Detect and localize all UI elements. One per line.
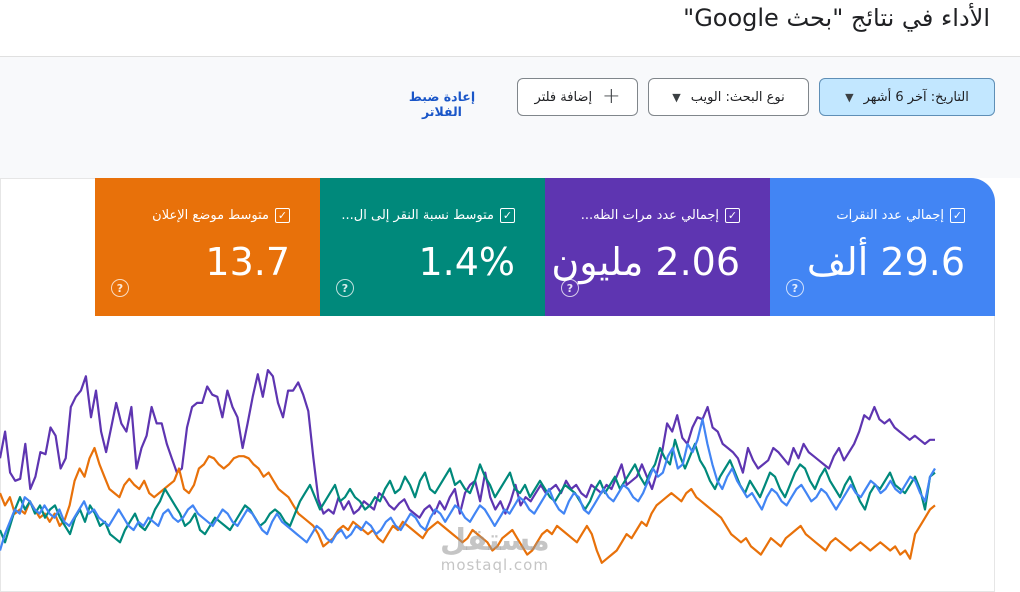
help-icon[interactable]: ? — [336, 279, 354, 297]
caret-down-icon: ▼ — [845, 90, 854, 104]
metric-label: إجمالي عدد مرات الظه... — [580, 208, 719, 223]
metric-label: متوسط نسبة النقر إلى ال... — [341, 208, 494, 223]
plus-icon: + — [602, 84, 621, 109]
caret-down-icon: ▼ — [672, 90, 681, 104]
checkbox-checked-icon[interactable]: ✓ — [725, 208, 740, 223]
watermark-arabic: مستقل — [440, 523, 550, 558]
help-icon[interactable]: ? — [111, 279, 129, 297]
metric-value: 29.6 ألف — [806, 240, 965, 284]
metric-label: متوسط موضع الإعلان — [152, 208, 269, 223]
checkbox-checked-icon[interactable]: ✓ — [500, 208, 515, 223]
metric-label: إجمالي عدد النقرات — [836, 208, 944, 223]
watermark-latin: mostaql.com — [440, 556, 549, 574]
reset-filters-link[interactable]: إعادة ضبط الفلاتر — [388, 89, 496, 119]
metric-value: 1.4% — [418, 240, 515, 284]
watermark-logo: مستقل mostaql.com — [440, 523, 550, 574]
help-icon[interactable]: ? — [561, 279, 579, 297]
add-filter-label: إضافة فلتر — [534, 89, 593, 105]
metric-card-position[interactable]: ✓ متوسط موضع الإعلان 13.7 ? — [95, 178, 320, 316]
checkbox-checked-icon[interactable]: ✓ — [275, 208, 290, 223]
metric-card-impressions[interactable]: ✓ إجمالي عدد مرات الظه... 2.06 مليون ? — [545, 178, 770, 316]
metric-card-clicks[interactable]: ✓ إجمالي عدد النقرات 29.6 ألف ? — [770, 178, 995, 316]
add-filter-button[interactable]: + إضافة فلتر — [517, 78, 638, 116]
page-title: الأداء في نتائج "بحث Google" — [683, 4, 990, 32]
metric-value: 13.7 — [205, 240, 290, 284]
filter-bar — [0, 57, 1020, 178]
metric-card-ctr[interactable]: ✓ متوسط نسبة النقر إلى ال... 1.4% ? — [320, 178, 545, 316]
search-type-chip[interactable]: نوع البحث: الويب ▼ — [648, 78, 809, 116]
search-type-label: نوع البحث: الويب — [690, 89, 785, 105]
checkbox-checked-icon[interactable]: ✓ — [950, 208, 965, 223]
date-filter-label: التاريخ: آخر 6 أشهر — [863, 89, 969, 105]
metric-value: 2.06 مليون — [551, 240, 740, 284]
help-icon[interactable]: ? — [786, 279, 804, 297]
series-line-0 — [0, 368, 935, 519]
date-filter-chip[interactable]: التاريخ: آخر 6 أشهر ▼ — [819, 78, 995, 116]
